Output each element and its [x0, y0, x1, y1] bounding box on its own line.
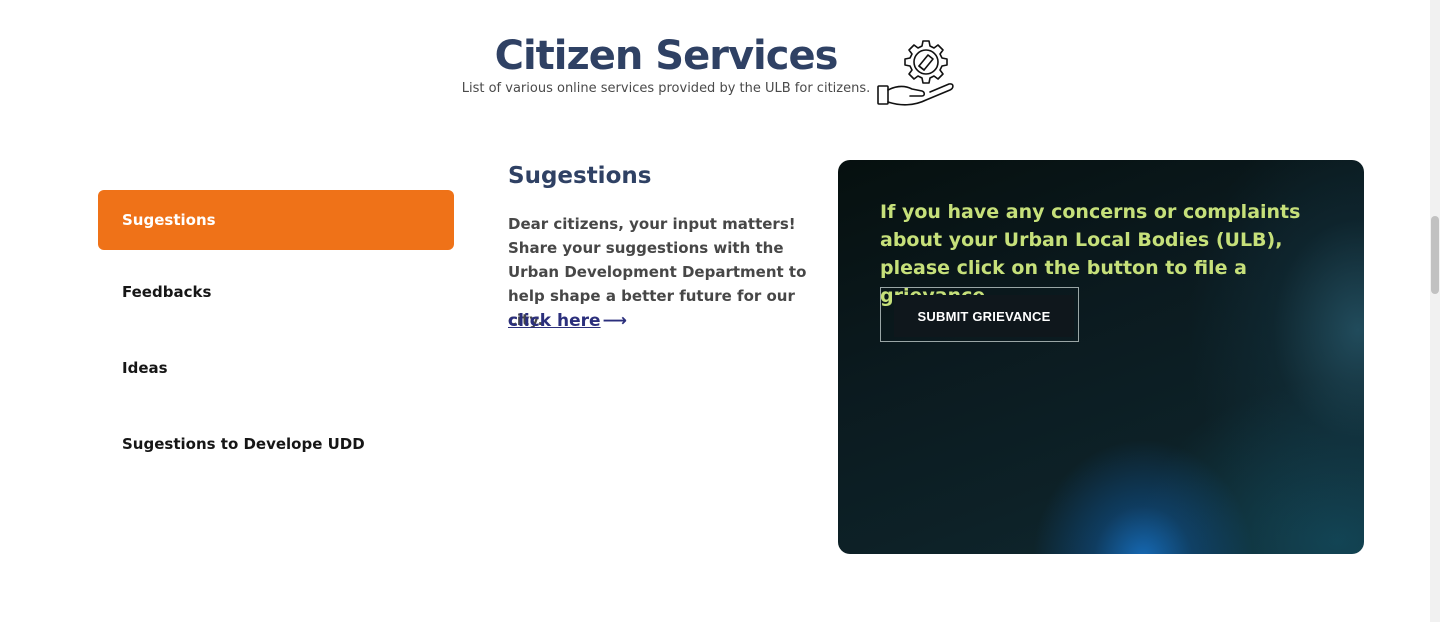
grievance-card: If you have any concerns or complaints a… [838, 160, 1364, 554]
sidebar-item-feedbacks[interactable]: Feedbacks [98, 262, 454, 322]
sidebar-item-label: Sugestions [122, 211, 216, 229]
hand-gear-icon [874, 38, 958, 112]
sidebar-item-label: Feedbacks [122, 283, 212, 301]
click-here-label: click here [508, 311, 601, 331]
sidebar-item-label: Sugestions to Develope UDD [122, 435, 365, 453]
scrollbar-track[interactable] [1430, 0, 1440, 622]
click-here-link[interactable]: click here ⟶ [508, 308, 627, 334]
sidebar-item-sugestions[interactable]: Sugestions [98, 190, 454, 250]
page-subtitle: List of various online services provided… [461, 81, 871, 96]
page-title: Citizen Services [494, 33, 839, 79]
scrollbar-thumb[interactable] [1431, 216, 1439, 294]
section-title: Sugestions [508, 163, 652, 189]
arrow-right-icon: ⟶ [602, 311, 627, 331]
sidebar-item-sugestions-to-develope-udd[interactable]: Sugestions to Develope UDD [98, 414, 454, 474]
submit-grievance-button[interactable]: SUBMIT GRIEVANCE [894, 295, 1074, 337]
sidebar-item-label: Ideas [122, 359, 168, 377]
sidebar-item-ideas[interactable]: Ideas [98, 338, 454, 398]
citizen-services-page: Citizen Services List of various online … [0, 0, 1440, 622]
